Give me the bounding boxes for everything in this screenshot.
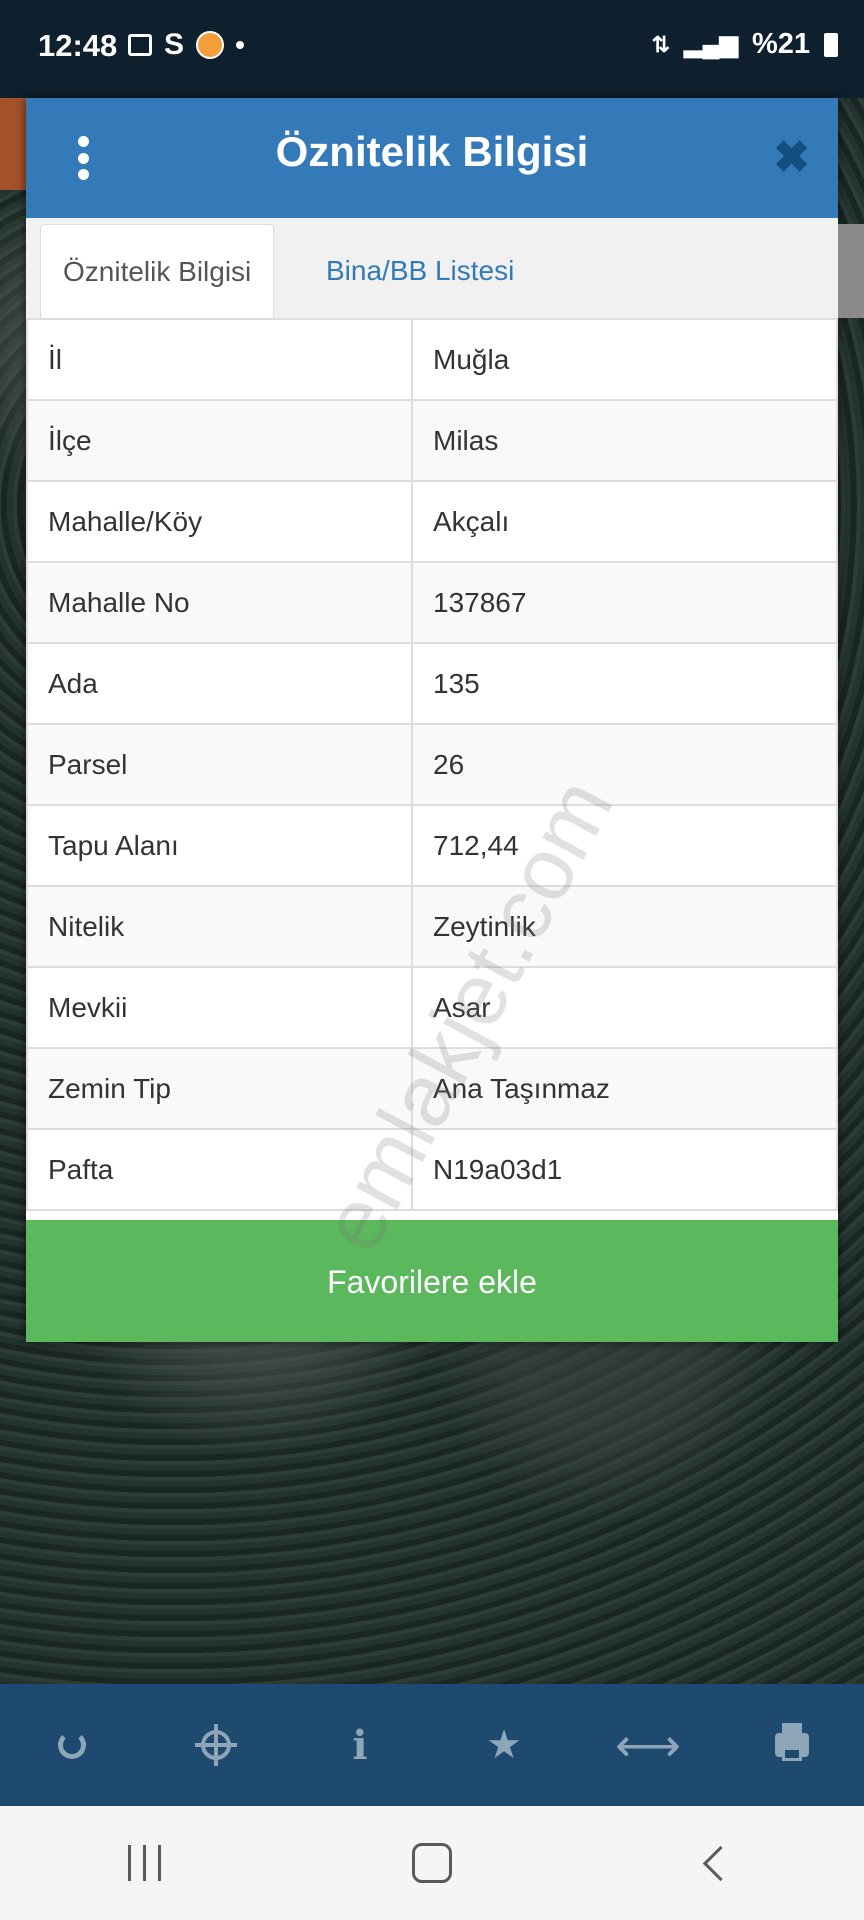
status-right: ⇅ ▂▄▆ %21 — [652, 28, 838, 61]
row-value: 712,44 — [411, 804, 838, 887]
crosshair-icon — [195, 1724, 237, 1766]
table-row: Mahalle No 137867 — [26, 561, 838, 644]
more-notifications-icon — [236, 41, 245, 49]
row-value: 26 — [411, 723, 838, 806]
row-value: 135 — [411, 642, 838, 725]
battery-percent: %21 — [751, 28, 810, 60]
row-value: N19a03d1 — [411, 1128, 838, 1211]
status-time: 12:48 — [38, 28, 118, 63]
row-value: Muğla — [411, 318, 838, 401]
table-row: Mevkii Asar — [26, 966, 838, 1049]
recents-button[interactable] — [0, 1806, 288, 1920]
close-icon[interactable]: ✖ — [773, 132, 810, 183]
table-row: Zemin Tip Ana Taşınmaz — [26, 1047, 838, 1130]
star-icon: ★ — [486, 1723, 522, 1767]
row-key: Ada — [26, 642, 413, 725]
notification-icons: S — [128, 28, 245, 62]
tab-building-list[interactable]: Bina/BB Listesi — [304, 224, 536, 318]
row-key: İl — [26, 318, 413, 401]
table-row: Parsel 26 — [26, 723, 838, 806]
scrollbar-thumb[interactable] — [838, 224, 864, 318]
dialog-header: Öznitelik Bilgisi ✖ — [26, 98, 838, 218]
favorites-button[interactable]: ★ — [432, 1684, 576, 1806]
row-value: Zeytinlik — [411, 885, 838, 968]
row-key: İlçe — [26, 399, 413, 482]
table-row: Nitelik Zeytinlik — [26, 885, 838, 968]
row-key: Zemin Tip — [26, 1047, 413, 1130]
row-value: Ana Taşınmaz — [411, 1047, 838, 1130]
table-row: Tapu Alanı 712,44 — [26, 804, 838, 887]
gallery-icon — [128, 34, 152, 56]
data-transfer-icon: ⇅ — [651, 31, 671, 57]
print-button[interactable] — [720, 1684, 864, 1806]
tabs-bar: Öznitelik Bilgisi Bina/BB Listesi — [26, 218, 838, 319]
table-row: İl Muğla — [26, 318, 838, 401]
dialog-title: Öznitelik Bilgisi — [275, 128, 589, 175]
table-row: İlçe Milas — [26, 399, 838, 482]
battery-icon — [824, 32, 838, 57]
home-button[interactable] — [288, 1806, 576, 1920]
bottom-toolbar: i ★ ⟷ — [0, 1684, 864, 1806]
row-key: Pafta — [26, 1128, 413, 1211]
row-key: Mevkii — [26, 966, 413, 1049]
back-icon — [702, 1845, 738, 1881]
locate-button[interactable] — [144, 1684, 288, 1806]
arrows-horizontal-icon: ⟷ — [615, 1719, 681, 1771]
s-app-icon: S — [164, 28, 185, 61]
table-row: Ada 135 — [26, 642, 838, 725]
row-value: Milas — [411, 399, 838, 482]
row-value: Asar — [411, 966, 838, 1049]
row-value: 137867 — [411, 561, 838, 644]
system-navigation-bar — [0, 1806, 864, 1920]
info-button[interactable]: i — [288, 1684, 432, 1806]
signal-icon: ▂▄▆ — [684, 31, 738, 58]
attribute-table: İl Muğla İlçe Milas Mahalle/Köy Akçalı Maha… — [26, 318, 838, 1211]
printer-icon — [775, 1723, 809, 1761]
row-key: Mahalle No — [26, 561, 413, 644]
refresh-button[interactable] — [0, 1684, 144, 1806]
row-key: Nitelik — [26, 885, 413, 968]
recents-icon — [127, 1845, 161, 1881]
table-row: Mahalle/Köy Akçalı — [26, 480, 838, 563]
attribute-dialog: Öznitelik Bilgisi ✖ Öznitelik Bilgisi Bi… — [26, 98, 864, 1342]
measure-button[interactable]: ⟷ — [576, 1684, 720, 1806]
row-key: Tapu Alanı — [26, 804, 413, 887]
info-icon: i — [352, 1721, 368, 1769]
refresh-icon — [58, 1731, 86, 1759]
status-bar: 12:48 S ⇅ ▂▄▆ %21 — [0, 0, 864, 98]
table-row: Pafta N19a03d1 — [26, 1128, 838, 1211]
row-value: Akçalı — [411, 480, 838, 563]
tab-attribute-info[interactable]: Öznitelik Bilgisi — [40, 224, 275, 318]
add-to-favorites-button[interactable]: Favorilere ekle — [26, 1220, 838, 1342]
home-icon — [412, 1843, 452, 1883]
pizza-app-icon — [196, 31, 225, 59]
back-button[interactable] — [576, 1806, 864, 1920]
row-key: Mahalle/Köy — [26, 480, 413, 563]
row-key: Parsel — [26, 723, 413, 806]
